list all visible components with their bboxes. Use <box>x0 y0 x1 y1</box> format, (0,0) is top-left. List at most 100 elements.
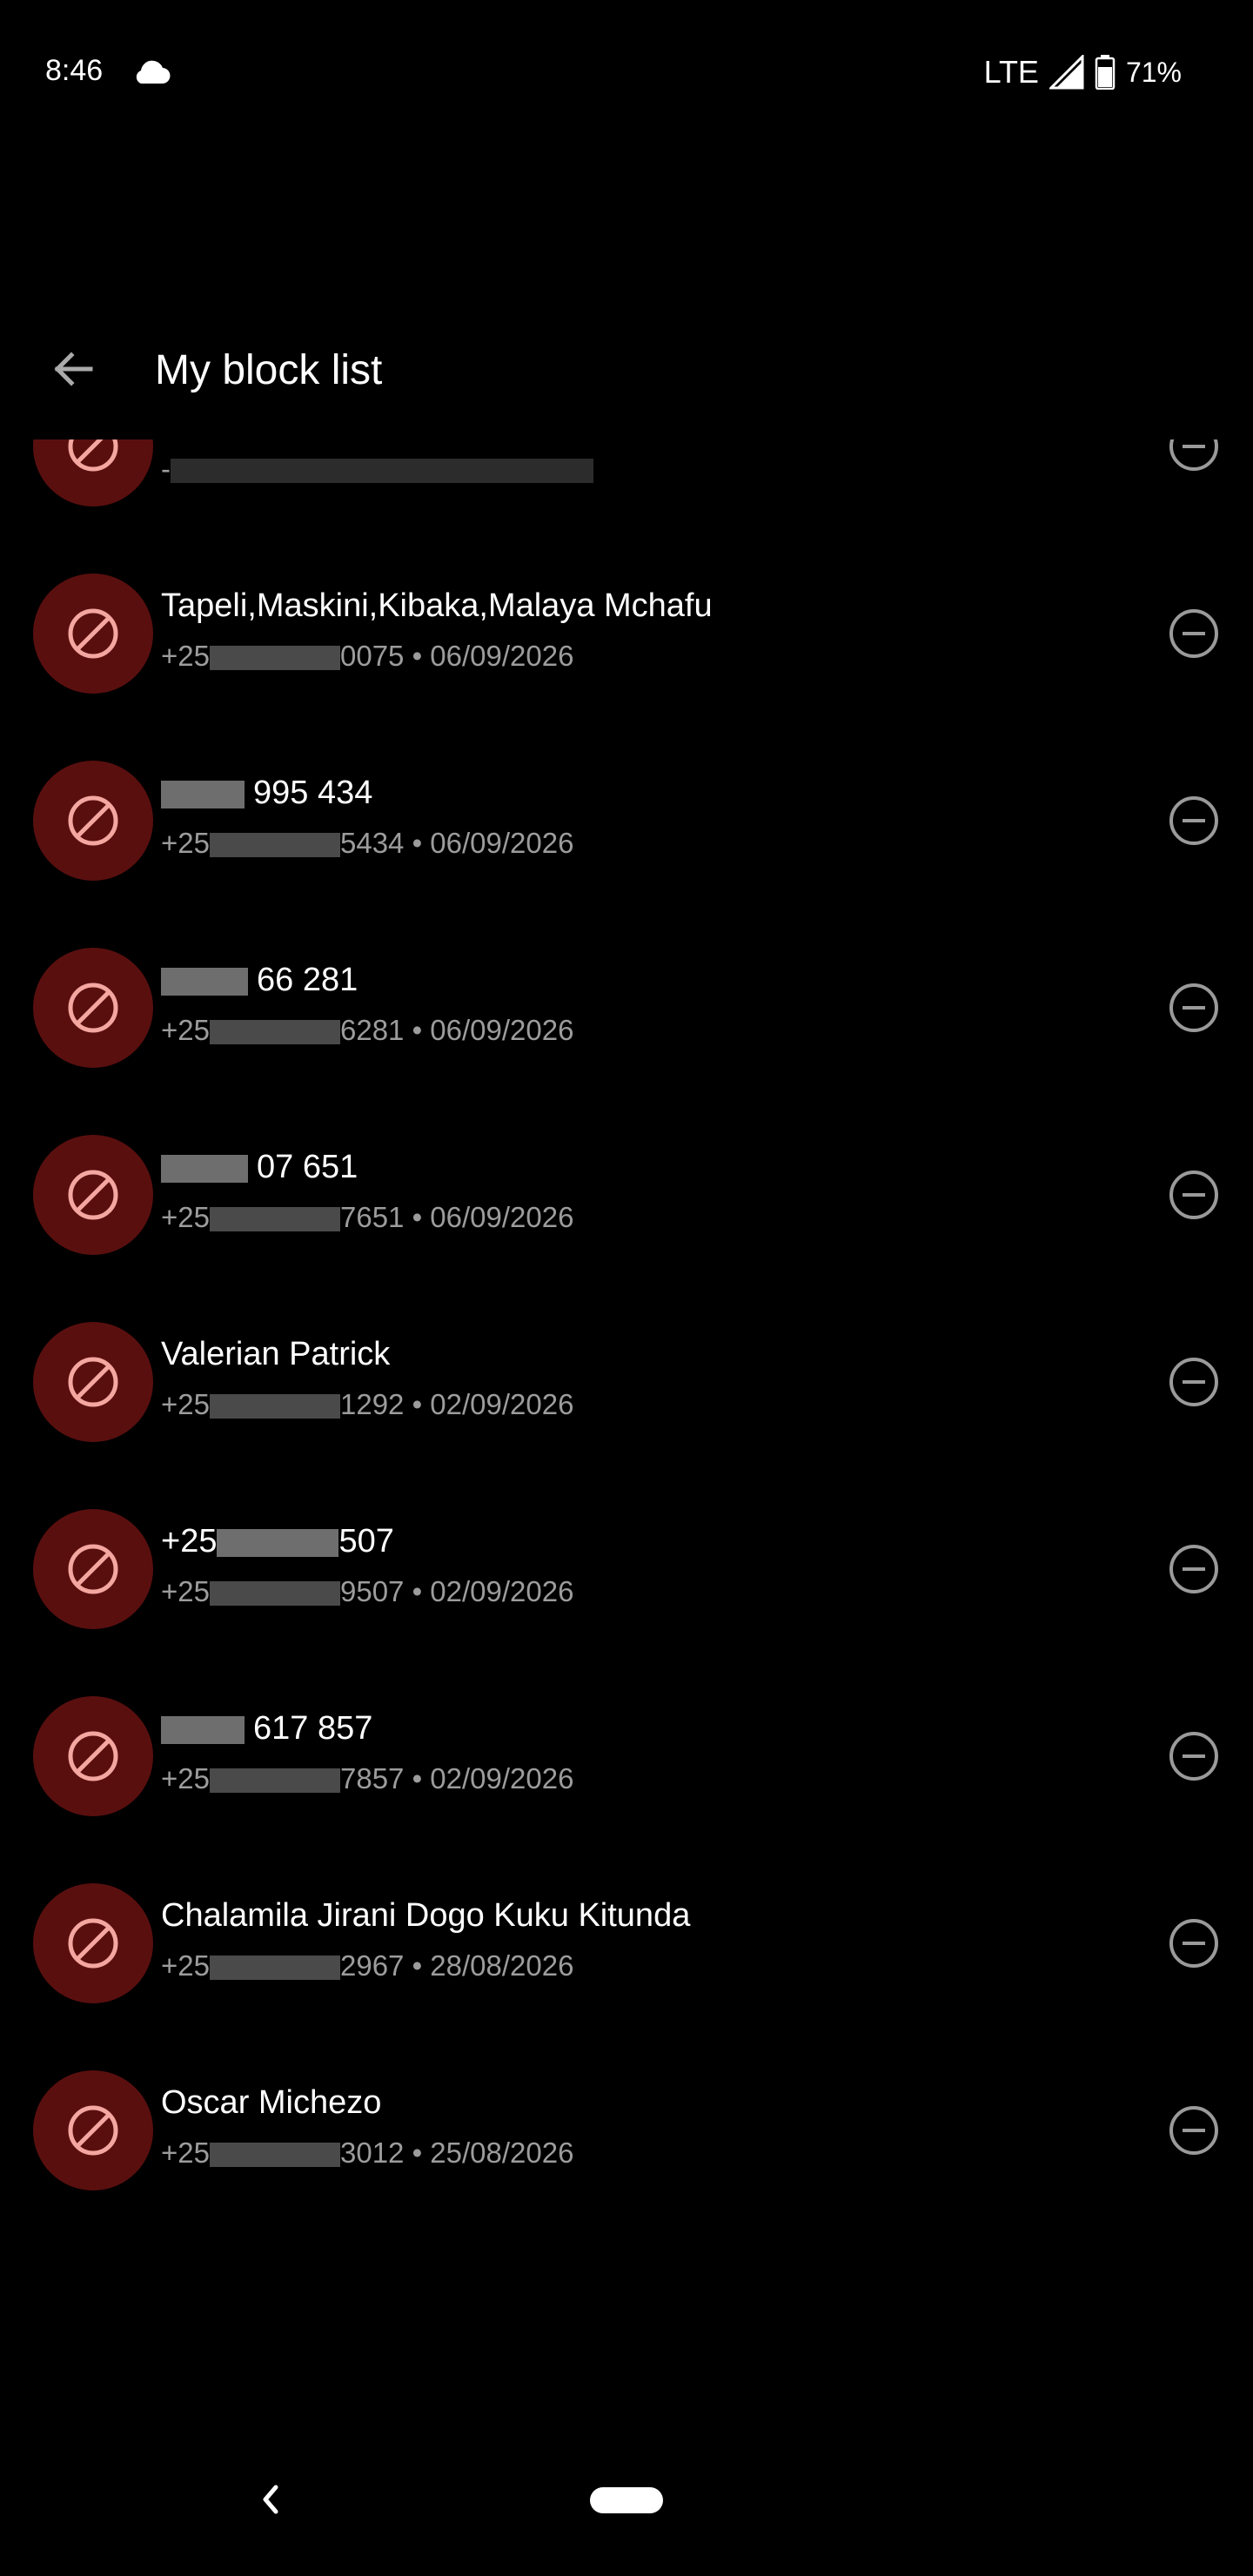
unblock-button[interactable] <box>1168 2104 1220 2157</box>
arrow-back-icon <box>54 352 93 386</box>
remove-circle-icon <box>1169 1545 1218 1593</box>
blocked-date: 02/09/2026 <box>430 1575 574 1607</box>
blocked-date: 06/09/2026 <box>430 827 574 859</box>
redacted-block <box>161 1715 245 1744</box>
remove-circle-icon <box>1169 439 1218 471</box>
redacted-block <box>217 1528 339 1557</box>
contact-number-date: - <box>161 453 593 486</box>
contact-number-prefix: +25 <box>161 2137 210 2169</box>
blocked-contact-row[interactable]: Chalamila Jirani Dogo Kuku Kitunda +25 296… <box>0 1849 1253 2036</box>
block-icon <box>68 1357 118 1407</box>
contact-number-date: +25 1292 • 02/09/2026 <box>161 1388 573 1421</box>
avatar <box>33 1696 153 1816</box>
status-bar: 8:46 LTE 71% <box>0 0 1253 148</box>
contact-name-suffix: 66 281 <box>257 962 358 998</box>
chevron-left-icon <box>263 2485 278 2514</box>
unblock-button[interactable] <box>1168 1169 1220 1221</box>
block-icon <box>68 983 118 1033</box>
nav-back-button[interactable] <box>251 2480 289 2519</box>
contact-name: 07 651 <box>161 1149 358 1186</box>
separator: • <box>404 1014 431 1046</box>
separator: • <box>404 640 431 672</box>
remove-circle-icon <box>1169 796 1218 845</box>
blocked-date: 06/09/2026 <box>430 1201 574 1233</box>
contact-name: 66 281 <box>161 962 358 999</box>
remove-circle-icon <box>1169 1171 1218 1219</box>
blocked-contact-row[interactable]: 995 434 +25 5434 • 06/09/2026 <box>0 727 1253 914</box>
status-indicators: LTE 71% <box>984 52 1182 92</box>
contact-name: +25 507 <box>161 1523 394 1560</box>
blocked-contact-row[interactable]: Valerian Patrick +25 1292 • 02/09/2026 <box>0 1288 1253 1475</box>
contact-number-prefix: +25 <box>161 1949 210 1982</box>
blocked-contact-row[interactable]: Tapeli,Maskini,Kibaka,Malaya Mchafu +25 00… <box>0 540 1253 727</box>
redacted-block <box>161 780 245 808</box>
blocked-contact-row[interactable]: 617 857 +25 7857 • 02/09/2026 <box>0 1662 1253 1849</box>
navigation-bar <box>0 2437 1253 2576</box>
battery-icon <box>1095 55 1116 90</box>
contact-number-date: +25 9507 • 02/09/2026 <box>161 1575 573 1608</box>
block-list-items: Horror Kkkt-Tapeli,Maskini,Kibaka,Malaya… <box>0 439 1253 2224</box>
block-icon <box>68 1731 118 1781</box>
contact-name: Oscar Michezo <box>161 2084 381 2122</box>
blocked-date: 06/09/2026 <box>430 1014 574 1046</box>
redacted-block <box>171 459 593 484</box>
remove-circle-icon <box>1169 609 1218 658</box>
redacted-block <box>209 1768 340 1794</box>
unblock-button[interactable] <box>1168 1356 1220 1408</box>
contact-name-text: Chalamila Jirani Dogo Kuku Kitunda <box>161 1897 691 1934</box>
redacted-block <box>209 2143 340 2168</box>
unblock-button[interactable] <box>1168 1730 1220 1782</box>
blocked-date: 28/08/2026 <box>430 1949 574 1982</box>
contact-number-prefix: +25 <box>161 827 210 859</box>
contact-number-suffix: 3012 <box>339 2137 405 2169</box>
contact-number-suffix: 2967 <box>339 1949 405 1982</box>
block-icon <box>68 439 118 472</box>
blocked-contact-row[interactable]: 66 281 +25 6281 • 06/09/2026 <box>0 914 1253 1101</box>
block-list[interactable]: Horror Kkkt-Tapeli,Maskini,Kibaka,Malaya… <box>0 439 1253 2393</box>
contact-number-suffix: 7651 <box>339 1201 405 1233</box>
remove-circle-icon <box>1169 1919 1218 1968</box>
avatar <box>33 1883 153 2003</box>
unblock-button[interactable] <box>1168 982 1220 1034</box>
contact-number-suffix: 5434 <box>339 827 405 859</box>
blocked-contact-row[interactable]: Horror Kkkt- <box>0 439 1253 540</box>
blocked-contact-row[interactable]: +25 507 +25 9507 • 02/09/2026 <box>0 1475 1253 1662</box>
contact-number-date: +25 0075 • 06/09/2026 <box>161 640 573 673</box>
separator: • <box>404 1575 431 1607</box>
remove-circle-icon <box>1169 983 1218 1032</box>
blocked-contact-row[interactable]: Oscar Michezo +25 3012 • 25/08/2026 <box>0 2036 1253 2224</box>
redacted-block <box>161 967 248 996</box>
contact-number-prefix: +25 <box>161 640 210 672</box>
nav-home-pill[interactable] <box>590 2487 663 2513</box>
avatar <box>33 574 153 694</box>
page-title: My block list <box>155 347 383 393</box>
unblock-button[interactable] <box>1168 795 1220 847</box>
unblock-button[interactable] <box>1168 1917 1220 1969</box>
avatar <box>33 761 153 881</box>
contact-name-suffix: 07 651 <box>257 1149 358 1185</box>
contact-number-suffix: 0075 <box>339 640 405 672</box>
unblock-button[interactable] <box>1168 1543 1220 1595</box>
contact-number-date: +25 7651 • 06/09/2026 <box>161 1201 573 1234</box>
contact-name: Valerian Patrick <box>161 1336 390 1373</box>
contact-name-text: Oscar Michezo <box>161 2084 382 2121</box>
avatar <box>33 1322 153 1442</box>
blocked-date: 25/08/2026 <box>430 2137 574 2169</box>
redacted-block <box>209 1207 340 1232</box>
separator: • <box>404 1762 431 1794</box>
redacted-block <box>209 1581 340 1607</box>
contact-name: Chalamila Jirani Dogo Kuku Kitunda <box>161 1897 690 1935</box>
redacted-block <box>161 1154 248 1183</box>
contact-number-date: +25 2967 • 28/08/2026 <box>161 1949 573 1982</box>
unblock-button[interactable] <box>1168 439 1220 473</box>
separator: • <box>404 827 431 859</box>
separator: • <box>404 2137 431 2169</box>
contact-number-prefix: +25 <box>161 1014 210 1046</box>
redacted-block <box>209 1394 340 1419</box>
contact-number-date: +25 7857 • 02/09/2026 <box>161 1762 573 1795</box>
redacted-block <box>209 646 340 671</box>
back-button[interactable] <box>38 334 108 404</box>
blocked-contact-row[interactable]: 07 651 +25 7651 • 06/09/2026 <box>0 1101 1253 1288</box>
unblock-button[interactable] <box>1168 607 1220 660</box>
status-time: 8:46 <box>45 54 104 87</box>
